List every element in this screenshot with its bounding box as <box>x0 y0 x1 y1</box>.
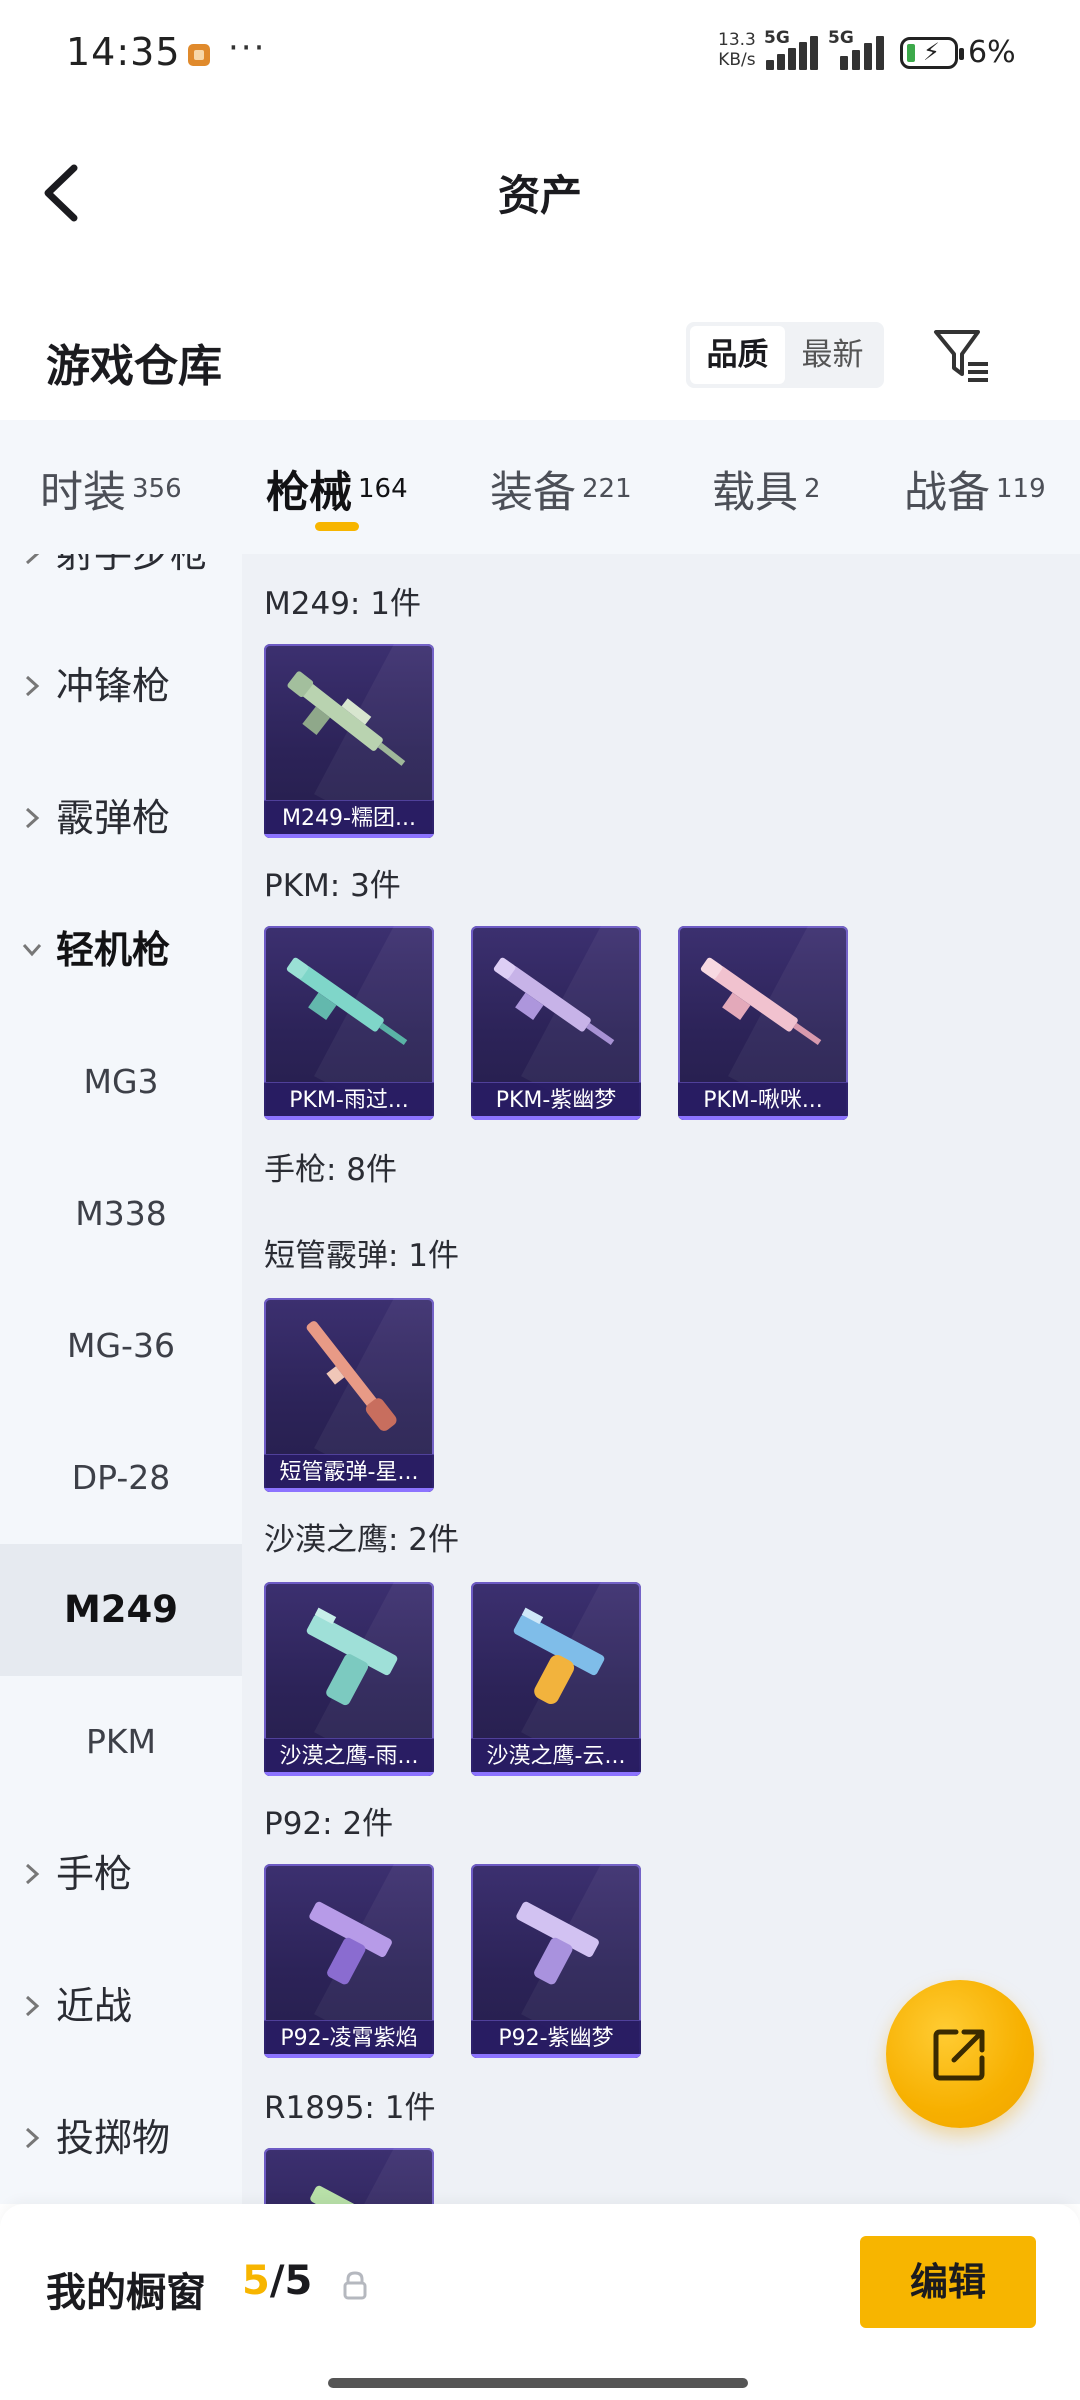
weapon-card-name: 短管霰弹-星... <box>279 1460 419 1485</box>
group-title-p92: P92: 2件 <box>264 1806 394 1842</box>
weapon-card-name: M249-糯团... <box>282 806 416 831</box>
sidebar-subitem-m249[interactable]: M249 <box>0 1544 242 1676</box>
weapon-card[interactable] <box>264 2148 434 2204</box>
weapon-card[interactable]: 沙漠之鹰-云... <box>471 1582 641 1776</box>
showcase-title: 我的橱窗 <box>46 2270 206 2316</box>
sidebar-subitem-mg3[interactable]: MG3 <box>0 1016 242 1148</box>
group-title-pkm: PKM: 3件 <box>264 868 401 904</box>
showcase-count: 5/5 <box>242 2258 312 2304</box>
sidebar-subitem-mg36[interactable]: MG-36 <box>0 1280 242 1412</box>
revolver-icon <box>310 2185 392 2204</box>
weapon-card-name: P92-凌霄紫焰 <box>280 2026 418 2051</box>
sidebar-item-melee[interactable]: 近战 <box>0 1940 242 2072</box>
chevron-right-icon <box>25 2127 40 2149</box>
chevron-right-icon <box>25 675 40 697</box>
weapon-card-name: PKM-紫幽梦 <box>495 1088 617 1113</box>
lmg-icon <box>493 957 615 1046</box>
lmg-icon <box>700 957 822 1046</box>
weapon-list: M249: 1件 M249-糯团... PKM: 3件 PKM-雨过... PK… <box>242 554 1080 2204</box>
weapon-card-name: PKM-啾咪... <box>703 1088 823 1113</box>
filter-icon[interactable] <box>930 324 994 386</box>
share-external-button[interactable] <box>886 1980 1034 2128</box>
group-title-desert-eagle: 沙漠之鹰: 2件 <box>264 1522 460 1558</box>
warehouse-header: 游戏仓库 品质 最新 <box>0 300 1080 420</box>
signal-label: 5G <box>764 28 790 48</box>
sidebar-item-throwable[interactable]: 投掷物 <box>0 2072 242 2204</box>
group-title-r1895: R1895: 1件 <box>264 2090 436 2126</box>
active-tab-indicator <box>315 522 359 531</box>
tab-vehicles[interactable]: 载具 2 <box>712 458 821 538</box>
weapon-card[interactable]: 沙漠之鹰-雨... <box>264 1582 434 1776</box>
battery-icon: ⚡ <box>900 37 964 69</box>
signal-icon: 5G <box>828 28 886 70</box>
sidebar-item-marksman-rifle[interactable]: 射手步枪 <box>0 554 242 620</box>
chevron-right-icon <box>25 1995 40 2017</box>
showcase-count-current: 5 <box>242 2258 270 2304</box>
category-tabs: 时装 356 枪械 164 装备 221 载具 2 战备 119 <box>0 420 1080 554</box>
page-title: 资产 <box>497 171 582 220</box>
weapon-card-name: 沙漠之鹰-雨... <box>279 1744 419 1769</box>
lmg-icon <box>287 671 406 766</box>
sort-option-quality[interactable]: 品质 <box>690 326 785 384</box>
share-external-icon <box>933 2029 985 2081</box>
weapon-card[interactable]: P92-凌霄紫焰 <box>264 1864 434 2058</box>
weapon-card[interactable]: PKM-啾咪... <box>678 926 848 1120</box>
lock-icon <box>343 2271 367 2300</box>
showcase-bar: 我的橱窗 5/5 编辑 <box>0 2204 1080 2400</box>
battery-percent: 6% <box>968 35 1016 70</box>
network-speed-value: 13.3 <box>718 30 756 50</box>
tab-equipment[interactable]: 装备 221 <box>490 458 632 538</box>
tab-fashion[interactable]: 时装 356 <box>40 458 182 538</box>
signal-icon: 5G <box>764 28 822 70</box>
edit-button[interactable]: 编辑 <box>860 2236 1036 2328</box>
showcase-count-separator: / <box>269 2258 285 2304</box>
weapon-card-name: P92-紫幽梦 <box>498 2026 614 2051</box>
more-notifications-icon: ··· <box>228 28 267 68</box>
chevron-right-icon <box>25 554 40 565</box>
sort-option-newest[interactable]: 最新 <box>785 326 880 384</box>
weapon-card[interactable]: 短管霰弹-星... <box>264 1298 434 1492</box>
lmg-icon <box>286 957 408 1046</box>
weapon-card[interactable]: PKM-雨过... <box>264 926 434 1120</box>
tab-battle-gear[interactable]: 战备 119 <box>904 458 1046 538</box>
group-title-m249: M249: 1件 <box>264 586 421 622</box>
shotgun-icon <box>306 1321 397 1431</box>
sidebar-item-pistol[interactable]: 手枪 <box>0 1808 242 1940</box>
chevron-right-icon <box>25 807 40 829</box>
weapon-card-name: 沙漠之鹰-云... <box>486 1744 626 1769</box>
sidebar-item-smg[interactable]: 冲锋枪 <box>0 620 242 752</box>
pistol-icon <box>309 1901 392 1985</box>
home-indicator[interactable] <box>328 2378 748 2388</box>
group-title-pistol: 手枪: 8件 <box>264 1152 398 1188</box>
status-bar: 14:35 ··· 13.3 KB/s 5G 5G ⚡ 6% <box>0 0 1080 110</box>
chevron-right-icon <box>25 1863 40 1885</box>
weapon-card[interactable]: PKM-紫幽梦 <box>471 926 641 1120</box>
chevron-down-icon <box>22 944 42 957</box>
pistol-icon <box>516 1901 599 1985</box>
network-speed: 13.3 KB/s <box>718 30 756 70</box>
sort-toggle: 品质 最新 <box>686 322 884 388</box>
status-time: 14:35 <box>66 30 181 74</box>
section-title: 游戏仓库 <box>46 341 222 392</box>
weapon-card[interactable]: M249-糯团... <box>264 644 434 838</box>
group-title-short-shotgun: 短管霰弹: 1件 <box>264 1238 460 1274</box>
weapon-type-sidebar: 射手步枪 冲锋枪 霰弹枪 轻机枪 MG3 M338 MG-36 DP-28 M2… <box>0 554 242 2204</box>
weapon-card-name: PKM-雨过... <box>289 1088 409 1113</box>
pistol-icon <box>306 1607 398 1706</box>
weapon-card[interactable]: P92-紫幽梦 <box>471 1864 641 2058</box>
signal-label: 5G <box>828 28 854 48</box>
showcase-count-total: 5 <box>284 2258 313 2304</box>
sidebar-item-lmg[interactable]: 轻机枪 <box>0 884 242 1016</box>
sidebar-item-shotgun[interactable]: 霰弹枪 <box>0 752 242 884</box>
app-header: 资产 <box>0 110 1080 260</box>
sidebar-subitem-pkm[interactable]: PKM <box>0 1676 242 1808</box>
sidebar-subitem-dp28[interactable]: DP-28 <box>0 1412 242 1544</box>
app-notification-icon <box>188 44 210 66</box>
network-speed-unit: KB/s <box>718 50 756 70</box>
pistol-icon <box>513 1607 605 1705</box>
sidebar-subitem-m338[interactable]: M338 <box>0 1148 242 1280</box>
